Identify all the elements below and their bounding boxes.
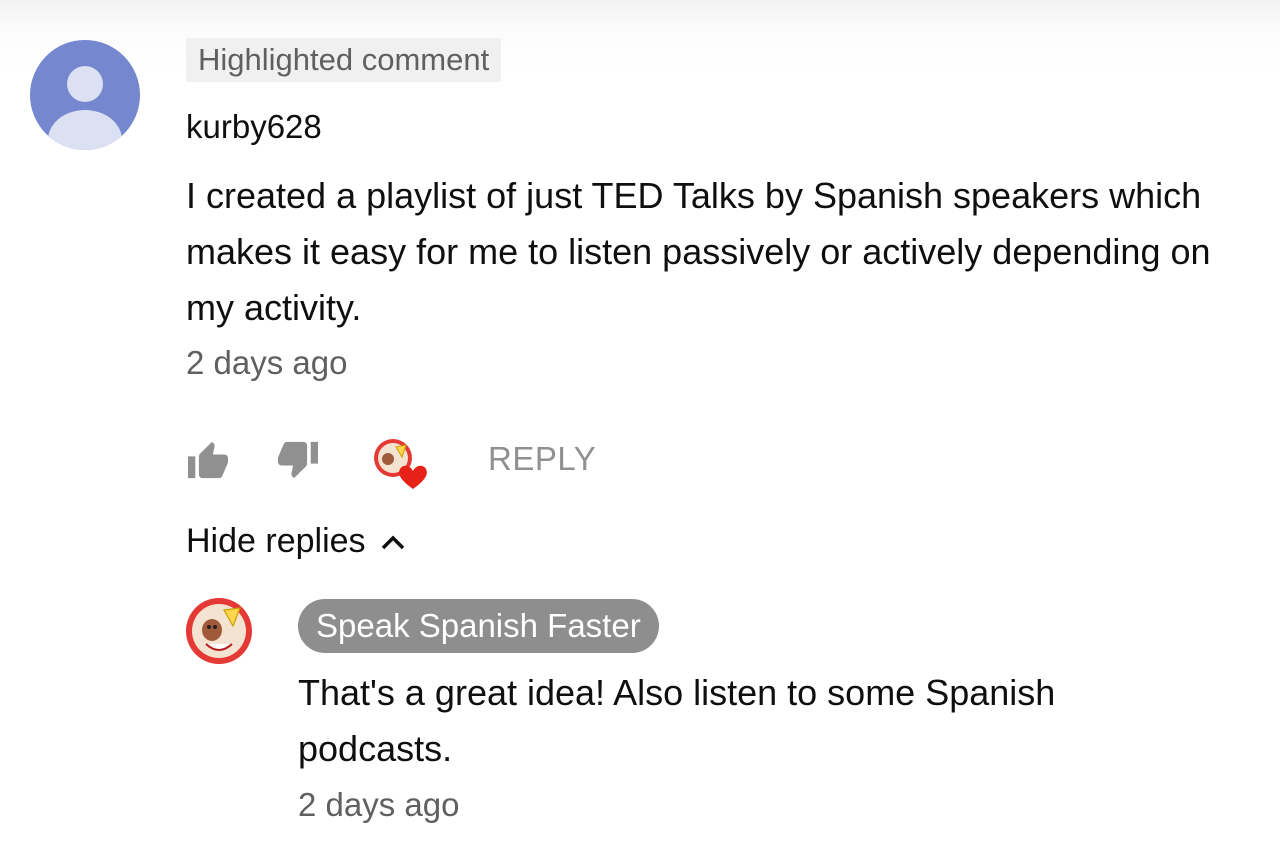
creator-heart xyxy=(372,437,430,491)
avatar-head xyxy=(67,66,103,102)
dislike-button[interactable] xyxy=(276,440,320,485)
channel-logo-icon xyxy=(186,598,252,664)
hide-replies-label: Hide replies xyxy=(186,522,366,560)
highlighted-comment-badge: Highlighted comment xyxy=(186,38,502,82)
comment-thread: Highlighted comment kurby628 I created a… xyxy=(0,0,1280,866)
reply-timestamp[interactable]: 2 days ago xyxy=(298,786,459,824)
comment-text: I created a playlist of just TED Talks b… xyxy=(186,175,1211,328)
avatar[interactable] xyxy=(30,40,140,150)
comment-timestamp[interactable]: 2 days ago xyxy=(186,344,347,382)
like-button[interactable] xyxy=(186,440,230,485)
comment-author[interactable]: kurby628 xyxy=(186,108,322,146)
channel-name-badge[interactable]: Speak Spanish Faster xyxy=(298,599,659,653)
reply-text: That's a great idea! Also listen to some… xyxy=(298,672,1056,769)
avatar-body xyxy=(48,110,122,150)
reply-button[interactable]: REPLY xyxy=(488,440,596,478)
hide-replies-toggle[interactable]: Hide replies xyxy=(186,522,406,561)
creator-heart-icon xyxy=(374,439,427,489)
chevron-up-icon xyxy=(381,535,404,549)
thumbs-down-icon xyxy=(278,441,318,479)
reply-avatar[interactable] xyxy=(186,598,252,664)
thumbs-up-icon xyxy=(188,441,228,479)
